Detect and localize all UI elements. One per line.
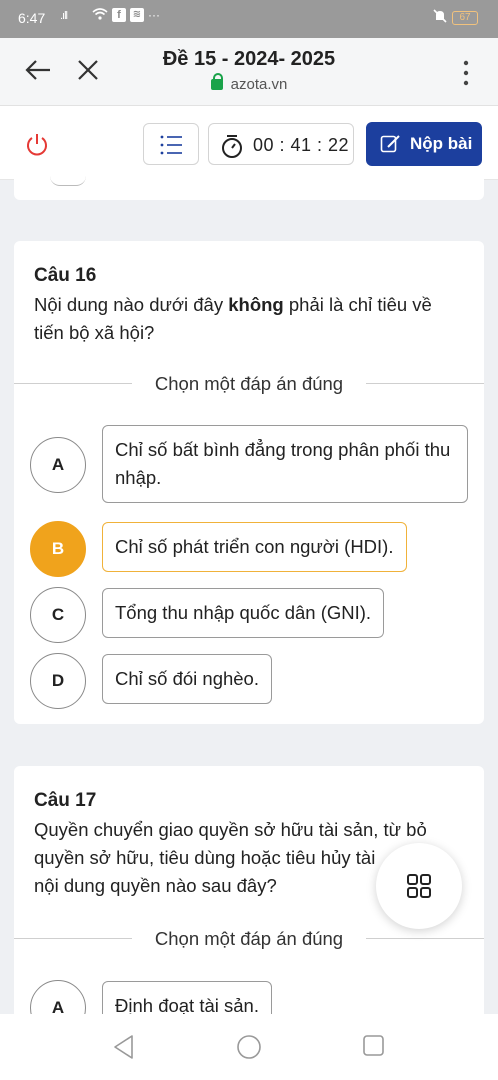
question-text: Nội dung nào dưới đây không phải là chỉ … [34,294,432,343]
url-display: azota.vn [120,73,378,93]
answer-prompt-divider: Chọn một đáp án đúng [14,373,484,395]
question-number: Câu 17 [34,790,97,811]
option-letter[interactable]: D [30,653,86,709]
more-options-icon[interactable] [456,58,476,88]
previous-question-card [14,172,484,200]
edit-icon [380,135,400,153]
countdown-timer: 00 : 41 : 22 [208,123,354,165]
question-number: Câu 16 [34,265,97,286]
emphasis-text: không [228,294,284,315]
list-icon [160,135,182,155]
nav-recents-icon[interactable] [362,1034,386,1063]
lock-icon [210,73,223,90]
wifi-icon [92,7,108,24]
back-arrow-icon[interactable] [22,54,54,86]
power-exit-icon[interactable] [24,132,50,158]
system-nav-bar [0,1014,498,1080]
exam-toolbar: 00 : 41 : 22 Nộp bài [0,106,498,180]
answer-prompt-divider: Chọn một đáp án đúng [14,928,484,950]
option-text[interactable]: Tổng thu nhập quốc dân (GNI). [102,588,385,638]
more-notifications-icon: ··· [148,8,160,22]
question-card-16: Câu 16 Nội dung nào dưới đây không phải … [14,241,484,724]
close-icon[interactable] [72,54,104,86]
option-letter[interactable]: A [30,437,86,493]
battery-icon: 67 [452,11,478,25]
submit-button[interactable]: Nộp bài [366,122,482,166]
option-letter-selected[interactable]: B [30,521,86,577]
status-bar: 6:47 .ıll f ≋ ··· 67 [0,0,498,38]
option-letter[interactable]: C [30,587,86,643]
option-text[interactable]: Chỉ số bất bình đẳng trong phân phối thu… [102,425,468,503]
timer-value: 00 : 41 : 22 [253,135,350,155]
page-title: Đề 15 - 2024- 2025 [162,48,336,70]
question-grid-button[interactable] [376,843,462,929]
option-text[interactable]: Chỉ số phát triển con người (HDI). [102,522,407,572]
answer-prompt: Chọn một đáp án đúng [14,373,484,395]
nav-back-icon[interactable] [112,1034,136,1065]
option-text[interactable]: Chỉ số đói nghèo. [102,654,272,704]
mute-icon [432,8,448,27]
timer-icon [222,135,242,158]
answer-prompt: Chọn một đáp án đúng [14,928,484,950]
app-notification-icon: ≋ [130,8,144,22]
nav-home-icon[interactable] [236,1034,262,1065]
browser-header: Đề 15 - 2024- 2025 azota.vn [0,38,498,106]
grid-icon [407,874,431,898]
question-list-button[interactable] [143,123,199,165]
facebook-notification-icon: f [112,8,126,22]
signal-icon: .ıll [60,10,68,22]
status-time: 6:47 [18,10,46,26]
url-text: azota.vn [230,76,288,93]
submit-label: Nộp bài [410,134,473,153]
